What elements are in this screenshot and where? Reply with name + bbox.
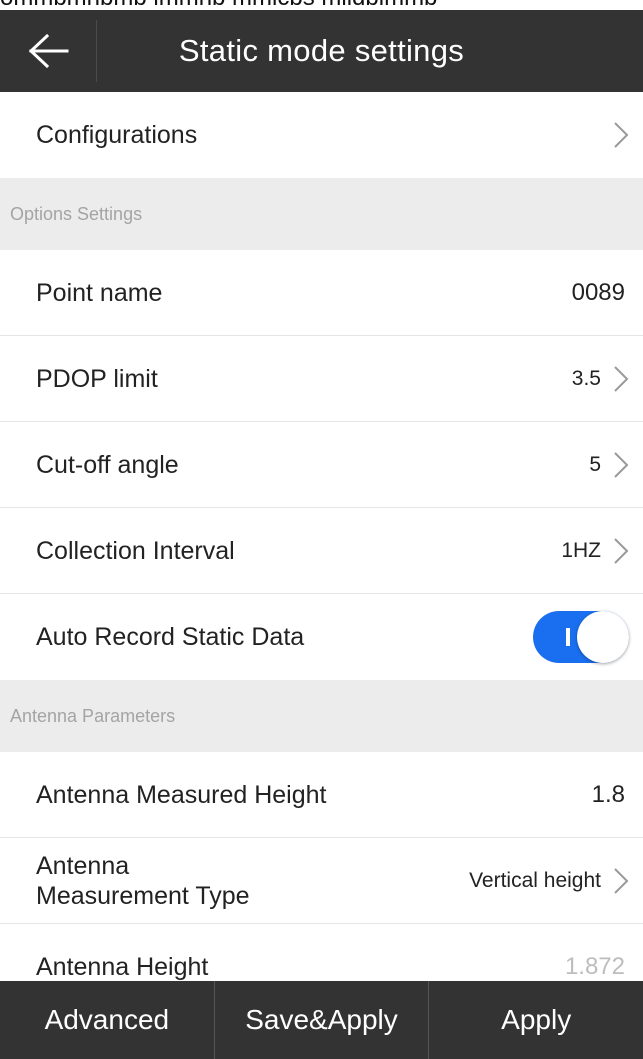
cutoff-angle-value: 5 bbox=[589, 452, 601, 476]
label-line-1: Antenna bbox=[36, 851, 130, 880]
antenna-measured-height-value: 1.8 bbox=[591, 780, 625, 808]
page-title: Static mode settings bbox=[178, 33, 465, 68]
apply-button[interactable]: Apply bbox=[429, 981, 643, 1059]
advanced-button[interactable]: Advanced bbox=[0, 981, 215, 1059]
antenna-measurement-type-label: Antenna Measurement Type bbox=[36, 851, 469, 911]
chevron-right-icon bbox=[613, 365, 629, 393]
arrow-left-icon bbox=[28, 33, 69, 69]
auto-record-toggle[interactable] bbox=[533, 611, 629, 663]
section-header-antenna: Antenna Parameters bbox=[0, 680, 643, 752]
antenna-measurement-type-value: Vertical height bbox=[469, 868, 601, 892]
antenna-height-value: 1.872 bbox=[564, 953, 625, 980]
collection-interval-value: 1HZ bbox=[561, 538, 601, 562]
auto-record-label: Auto Record Static Data bbox=[36, 623, 305, 651]
cutoff-angle-row[interactable]: Cut-off angle 5 bbox=[0, 422, 643, 508]
chevron-right-icon bbox=[613, 867, 629, 895]
label-line-2: Measurement Type bbox=[36, 881, 250, 910]
antenna-measured-height-label: Antenna Measured Height bbox=[36, 780, 327, 809]
chevron-right-icon bbox=[613, 537, 629, 565]
bottom-action-bar: Advanced Save&Apply Apply bbox=[0, 981, 643, 1059]
settings-list: Configurations Options Settings Point na… bbox=[0, 92, 643, 1010]
antenna-height-label: Antenna Height bbox=[36, 953, 209, 981]
app-header: Static mode settings bbox=[0, 10, 643, 92]
pdop-limit-label: PDOP limit bbox=[36, 364, 158, 393]
section-header-options: Options Settings bbox=[0, 178, 643, 250]
toggle-on-mark bbox=[566, 628, 570, 646]
toggle-knob bbox=[577, 611, 629, 663]
auto-record-row: Auto Record Static Data bbox=[0, 594, 643, 680]
antenna-measured-height-row[interactable]: Antenna Measured Height 1.8 bbox=[0, 752, 643, 838]
chevron-right-icon bbox=[613, 121, 629, 149]
chevron-right-icon bbox=[613, 451, 629, 479]
point-name-row[interactable]: Point name 0089 bbox=[0, 250, 643, 336]
point-name-label: Point name bbox=[36, 278, 163, 307]
save-apply-button[interactable]: Save&Apply bbox=[215, 981, 430, 1059]
pdop-limit-row[interactable]: PDOP limit 3.5 bbox=[0, 336, 643, 422]
configurations-label: Configurations bbox=[36, 121, 198, 149]
pdop-limit-value: 3.5 bbox=[571, 366, 601, 390]
collection-interval-label: Collection Interval bbox=[36, 536, 235, 565]
configurations-row[interactable]: Configurations bbox=[0, 92, 643, 178]
point-name-value: 0089 bbox=[571, 278, 625, 306]
cutoff-angle-label: Cut-off angle bbox=[36, 450, 179, 479]
static-mode-settings-screen: ommbmhbmb lmmhb mmlcbs mlldblmmb Static … bbox=[0, 0, 643, 1059]
caption-text: ommbmhbmb lmmhb mmlcbs mlldblmmb bbox=[0, 0, 437, 10]
back-button[interactable] bbox=[0, 10, 96, 92]
collection-interval-row[interactable]: Collection Interval 1HZ bbox=[0, 508, 643, 594]
antenna-measurement-type-row[interactable]: Antenna Measurement Type Vertical height bbox=[0, 838, 643, 924]
